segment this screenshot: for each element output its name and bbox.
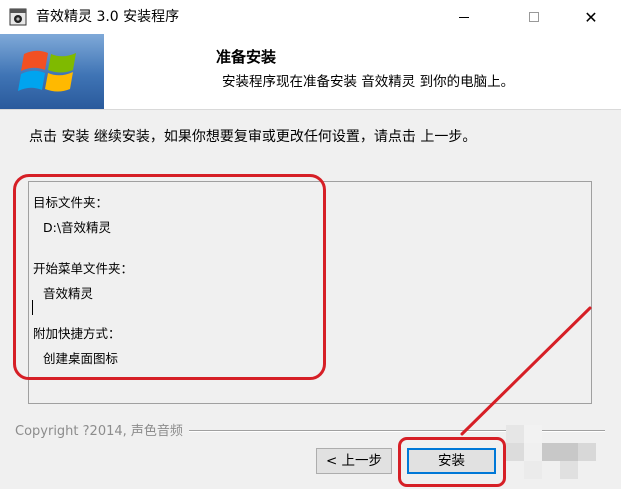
memo-value-shortcuts: 创建桌面图标 <box>43 351 119 366</box>
close-button[interactable]: ✕ <box>568 0 614 34</box>
mosaic-tile <box>560 461 578 479</box>
title-bar[interactable]: 音效精灵 3.0 安装程序 ✕ <box>0 0 621 34</box>
maximize-button[interactable] <box>511 0 557 34</box>
memo-label-start-menu: 开始菜单文件夹： <box>33 261 134 276</box>
mosaic-tile <box>524 461 542 479</box>
install-button[interactable]: 安装 <box>407 448 496 474</box>
window-title: 音效精灵 3.0 安装程序 <box>36 9 180 25</box>
windows-logo-icon <box>18 50 76 92</box>
wizard-header: 准备安装 安装程序现在准备安装 音效精灵 到你的电脑上。 <box>0 34 621 110</box>
mosaic-tile <box>524 425 542 443</box>
installer-window: 音效精灵 3.0 安装程序 ✕ 准备安装 安装程序现在准备安装 音效精灵 到你的… <box>0 0 621 489</box>
mosaic-tile <box>578 443 596 461</box>
mosaic-tile <box>506 443 524 461</box>
ready-memo[interactable]: 目标文件夹： D:\音效精灵 开始菜单文件夹： 音效精灵 附加快捷方式： 创建桌… <box>28 181 592 404</box>
memo-value-start-menu: 音效精灵 <box>43 286 94 301</box>
minimize-button[interactable] <box>441 0 487 34</box>
footer-divider <box>188 430 605 432</box>
page-title: 准备安装 <box>216 48 277 66</box>
memo-label-shortcuts: 附加快捷方式： <box>33 326 121 341</box>
memo-value-destination: D:\音效精灵 <box>43 220 112 235</box>
text-caret <box>32 300 33 315</box>
memo-label-destination: 目标文件夹： <box>33 195 109 210</box>
instruction-text: 点击 安装 继续安装，如果你想要复审或更改任何设置，请点击 上一步。 <box>29 129 477 145</box>
mosaic-tile <box>506 425 524 443</box>
page-subtitle: 安装程序现在准备安装 音效精灵 到你的电脑上。 <box>222 74 515 90</box>
close-icon: ✕ <box>584 7 598 27</box>
back-button[interactable]: < 上一步 <box>316 448 392 474</box>
mosaic-tile <box>542 443 578 461</box>
copyright-text: Copyright ?2014, 声色音频 <box>15 420 189 439</box>
wizard-banner <box>0 34 104 109</box>
installer-app-icon <box>9 8 27 26</box>
maximize-icon <box>529 12 539 22</box>
minimize-icon <box>459 16 469 18</box>
